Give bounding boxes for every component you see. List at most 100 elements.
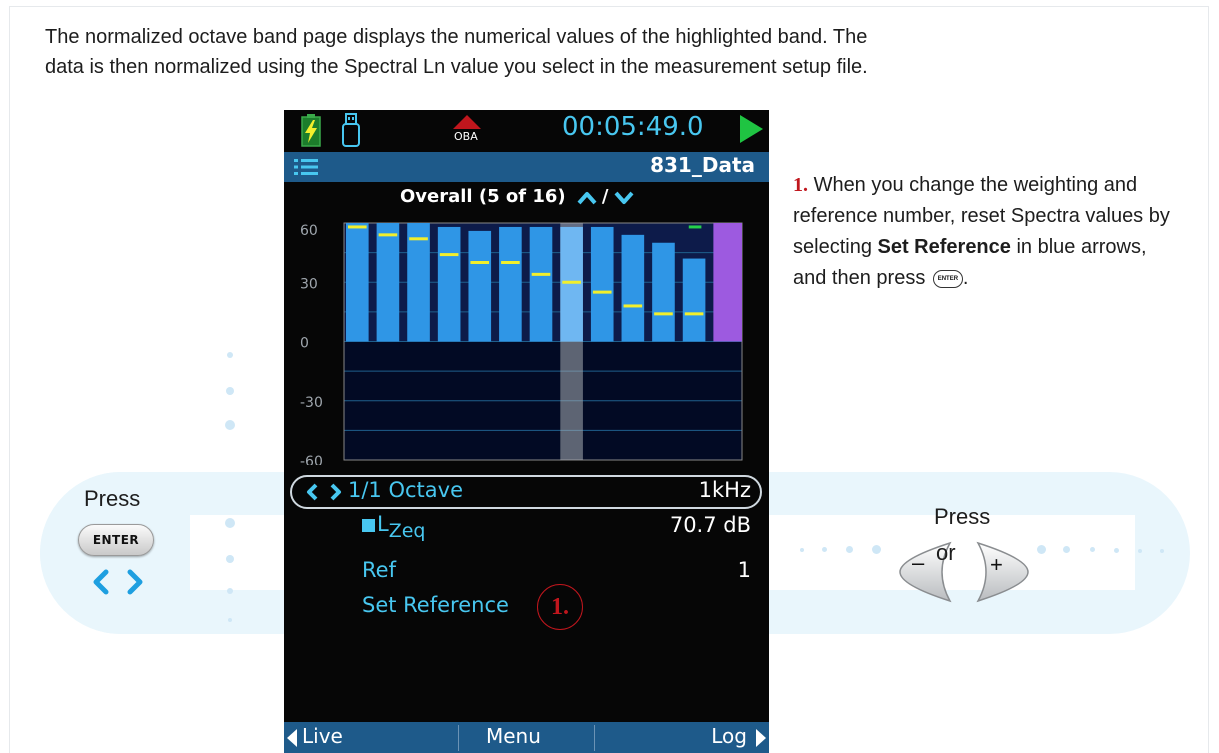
- overall-marker: [688, 225, 702, 229]
- band-bar: [346, 223, 369, 342]
- ln-marker: [348, 225, 367, 229]
- dot: [228, 618, 232, 622]
- callout-bold: Set Reference: [877, 236, 1011, 258]
- y-tick-label: 30: [300, 276, 318, 292]
- left-right-arrows-icon[interactable]: [86, 567, 156, 597]
- dot: [225, 518, 235, 528]
- ln-marker: [592, 290, 612, 294]
- band-bar: [560, 226, 583, 342]
- overall-bar: [713, 223, 742, 342]
- ref-label: Ref: [362, 558, 396, 582]
- band-bar: [468, 230, 492, 342]
- y-tick-label: 60: [300, 223, 318, 239]
- ln-marker: [654, 312, 673, 316]
- lzeq-letter: L: [377, 512, 389, 536]
- y-tick-label: 0: [300, 336, 309, 352]
- battery-charging-icon: [301, 114, 321, 147]
- softkey-divider: [458, 725, 459, 751]
- lzeq-label: LZeq: [377, 512, 425, 542]
- dot: [227, 352, 233, 358]
- dot: [1114, 548, 1119, 553]
- softkey-menu[interactable]: Menu: [486, 724, 541, 748]
- dot: [1160, 549, 1164, 553]
- ln-marker: [684, 312, 704, 316]
- device-screen: OBA 00:05:49.0 831_Data Overall (5 of 16…: [284, 110, 769, 753]
- band-bar: [652, 242, 675, 342]
- ln-marker: [623, 304, 643, 308]
- plus-label: +: [990, 552, 1003, 577]
- set-reference-item[interactable]: Set Reference: [362, 593, 509, 617]
- callout-number: 1.: [793, 174, 808, 196]
- ln-marker: [501, 261, 520, 264]
- enter-mini-icon: ENTER: [932, 269, 963, 288]
- softkey-divider: [594, 725, 595, 751]
- intro-line-1: The normalized octave band page displays…: [45, 26, 868, 48]
- dot: [846, 546, 853, 553]
- left-arrow-icon: [287, 729, 297, 747]
- band-bar: [621, 234, 645, 342]
- enter-button[interactable]: ENTER: [78, 524, 154, 556]
- title-bar: 831_Data: [284, 152, 769, 182]
- dot: [225, 420, 235, 430]
- dot: [227, 588, 233, 594]
- callout-text: 1. When you change the weighting and ref…: [793, 170, 1173, 294]
- play-icon: [740, 115, 763, 143]
- y-tick-label: -60: [300, 454, 323, 465]
- ln-marker: [409, 237, 428, 241]
- ref-value: 1: [737, 558, 751, 582]
- dot: [822, 547, 827, 552]
- ln-marker: [562, 280, 581, 284]
- band-bar: [437, 226, 461, 342]
- chevron-up-icon[interactable]: [577, 191, 597, 205]
- octave-band-chart: 60 30 0 -30 -60: [300, 222, 743, 465]
- step-marker-1: 1.: [537, 584, 583, 630]
- right-arrow-icon: [756, 729, 766, 747]
- dot: [872, 545, 881, 554]
- dot: [226, 555, 234, 563]
- dot: [1063, 546, 1070, 553]
- ln-marker: [531, 272, 551, 276]
- oba-label: OBA: [454, 130, 478, 143]
- series-swatch: [362, 519, 375, 532]
- ln-marker: [378, 233, 398, 237]
- dot: [800, 548, 804, 552]
- chevron-down-icon[interactable]: [614, 191, 634, 205]
- octave-value: 1kHz: [698, 478, 751, 502]
- softkey-live[interactable]: Live: [302, 724, 343, 748]
- band-bar: [499, 226, 522, 342]
- octave-label: 1/1 Octave: [348, 478, 463, 502]
- press-label-right: Press: [934, 504, 991, 529]
- file-title: 831_Data: [650, 153, 755, 177]
- band-bar: [529, 226, 553, 342]
- band-bar: [682, 258, 706, 342]
- ln-marker: [470, 261, 490, 264]
- status-bar: OBA 00:05:49.0: [284, 110, 769, 152]
- ln-marker: [439, 253, 459, 257]
- usb-drive-icon: [342, 113, 360, 147]
- menu-list-icon[interactable]: [294, 158, 318, 176]
- left-right-chevrons-icon[interactable]: [306, 482, 342, 502]
- dot: [1090, 547, 1095, 552]
- elapsed-time: 00:05:49.0: [562, 112, 704, 142]
- lzeq-value: 70.7 dB: [669, 513, 751, 537]
- or-label: or: [936, 540, 956, 565]
- band-bar: [376, 223, 400, 342]
- overall-separator: /: [601, 186, 609, 207]
- overall-selector[interactable]: Overall (5 of 16) /: [400, 186, 634, 207]
- oba-warning-icon: [453, 115, 481, 129]
- dot: [1138, 549, 1142, 553]
- dot: [1037, 545, 1046, 554]
- callout-end: .: [962, 267, 969, 289]
- band-bar: [407, 223, 430, 342]
- intro-text: The normalized octave band page displays…: [45, 22, 1145, 82]
- band-bar: [590, 226, 614, 342]
- minus-label: –: [912, 550, 925, 575]
- overall-label: Overall (5 of 16): [400, 186, 566, 207]
- intro-line-2: data is then normalized using the Spectr…: [45, 56, 868, 78]
- softkey-bar: Live Menu Log: [284, 722, 769, 753]
- lzeq-subscript: Zeq: [388, 520, 426, 542]
- press-label-left: Press: [84, 486, 141, 511]
- y-tick-label: -30: [300, 395, 323, 411]
- dot: [226, 387, 234, 395]
- softkey-log[interactable]: Log: [711, 724, 747, 748]
